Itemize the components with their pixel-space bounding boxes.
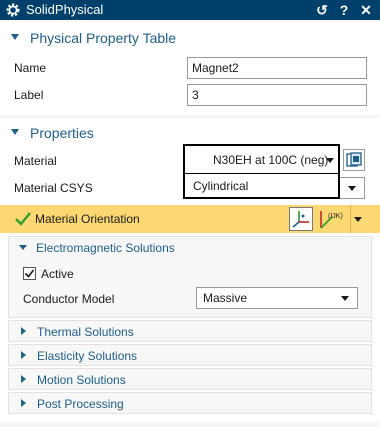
electromagnetic-solutions-header[interactable]: Electromagnetic Solutions — [9, 237, 371, 259]
collapse-arrow-icon — [11, 34, 19, 40]
section-title: Properties — [30, 125, 94, 141]
conductor-model-value: Massive — [203, 291, 248, 305]
divider — [350, 205, 351, 233]
thermal-solutions-header[interactable]: Thermal Solutions — [8, 320, 372, 342]
post-processing-header[interactable]: Post Processing — [8, 392, 372, 414]
checkmark-icon — [24, 269, 35, 278]
chevron-down-icon[interactable] — [354, 217, 362, 222]
expand-arrow-icon — [21, 399, 26, 407]
material-csys-dropdown-arrow[interactable] — [340, 177, 365, 199]
properties-header[interactable]: Properties — [0, 121, 380, 145]
active-checkbox[interactable] — [23, 267, 36, 280]
window-title: SolidPhysical — [26, 2, 104, 17]
active-label: Active — [41, 267, 74, 281]
chevron-down-icon — [326, 158, 334, 163]
conductor-model-dropdown[interactable]: Massive — [196, 287, 358, 309]
label-label: Label — [14, 88, 44, 102]
help-button[interactable]: ? — [336, 2, 352, 18]
chevron-down-icon — [348, 186, 356, 191]
csys-button[interactable] — [289, 207, 313, 231]
material-library-icon — [346, 152, 362, 167]
expand-arrow-icon — [21, 351, 26, 359]
elasticity-solutions-header[interactable]: Elasticity Solutions — [8, 344, 372, 366]
motion-solutions-header[interactable]: Motion Solutions — [8, 368, 372, 390]
section-title: Thermal Solutions — [37, 325, 134, 339]
material-orientation-label: Material Orientation — [35, 212, 140, 226]
section-title: Electromagnetic Solutions — [36, 241, 175, 255]
material-label: Material — [14, 154, 57, 168]
material-csys-dropdown[interactable]: Cylindrical — [183, 174, 340, 199]
section-title: Physical Property Table — [30, 30, 177, 46]
expand-arrow-icon — [21, 327, 26, 335]
material-library-button[interactable] — [343, 149, 365, 171]
title-bar: SolidPhysical ↺ ? ✕ — [0, 0, 380, 20]
orientation-vector-icon[interactable]: (IJK) — [318, 208, 346, 230]
conductor-model-label: Conductor Model — [23, 292, 115, 306]
material-csys-label: Material CSYS — [14, 181, 93, 195]
physical-property-table-header[interactable]: Physical Property Table — [0, 26, 380, 50]
chevron-down-icon — [341, 296, 349, 301]
checkmark-icon — [15, 212, 31, 226]
svg-text:(IJK): (IJK) — [328, 213, 343, 220]
section-title: Post Processing — [37, 397, 124, 411]
label-field[interactable]: 3 — [187, 84, 367, 106]
csys-axes-icon — [292, 211, 309, 228]
physical-property-table-panel: Physical Property Table Name Magnet2 Lab… — [0, 21, 380, 115]
section-title: Elasticity Solutions — [37, 349, 138, 363]
collapse-arrow-icon — [11, 129, 19, 135]
reset-button[interactable]: ↺ — [314, 2, 330, 18]
material-orientation-bar[interactable]: Material Orientation (IJK) — [0, 205, 380, 233]
material-csys-value: Cylindrical — [193, 179, 249, 193]
section-title: Motion Solutions — [37, 373, 126, 387]
collapse-arrow-icon — [19, 245, 27, 250]
gear-icon[interactable] — [5, 2, 21, 18]
expand-arrow-icon — [21, 375, 26, 383]
material-dropdown[interactable]: N30EH at 100C (neg) — [183, 144, 340, 175]
name-field[interactable]: Magnet2 — [187, 57, 367, 79]
material-value: N30EH at 100C (neg) — [213, 153, 329, 167]
close-button[interactable]: ✕ — [358, 2, 374, 18]
electromagnetic-solutions-panel: Electromagnetic Solutions Active Conduct… — [8, 236, 372, 318]
name-label: Name — [14, 61, 47, 75]
